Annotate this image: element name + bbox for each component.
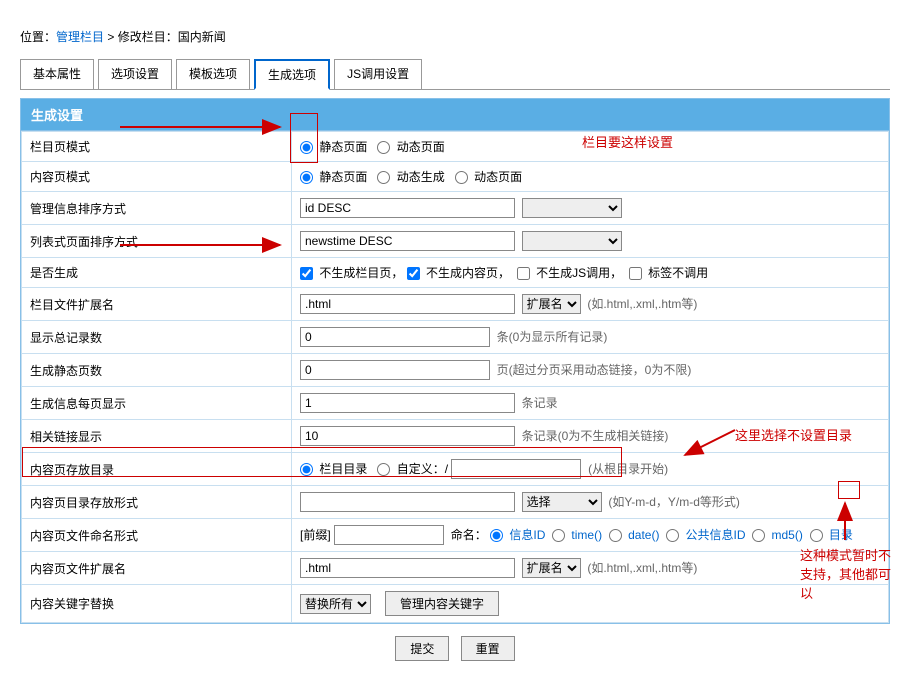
input-custom-dir[interactable] bbox=[451, 459, 581, 479]
radio-column-dir[interactable]: 栏目目录 bbox=[300, 462, 367, 476]
row-label: 列表式页面排序方式 bbox=[22, 225, 292, 258]
submit-button[interactable]: 提交 bbox=[395, 636, 449, 661]
row-label: 内容关键字替换 bbox=[22, 585, 292, 623]
hint: 条记录 bbox=[522, 396, 558, 410]
radio-name-dir[interactable]: 目录 bbox=[810, 528, 853, 542]
hint: (如.html,.xml,.htm等) bbox=[587, 297, 697, 311]
input-related-links[interactable] bbox=[300, 426, 515, 446]
radio-name-time[interactable]: time() bbox=[552, 528, 602, 542]
hint: (如.html,.xml,.htm等) bbox=[587, 561, 697, 575]
row-label: 相关链接显示 bbox=[22, 420, 292, 453]
input-dir-form[interactable] bbox=[300, 492, 515, 512]
select-dir-form[interactable]: 选择 bbox=[522, 492, 602, 512]
row-label: 生成信息每页显示 bbox=[22, 387, 292, 420]
row-label: 管理信息排序方式 bbox=[22, 192, 292, 225]
radio-dynamic-page[interactable]: 动态页面 bbox=[455, 170, 522, 184]
input-column-ext[interactable] bbox=[300, 294, 515, 314]
reset-button[interactable]: 重置 bbox=[461, 636, 515, 661]
select-replace[interactable]: 替换所有 bbox=[300, 594, 371, 614]
hint: 页(超过分页采用动态链接，0为不限) bbox=[497, 363, 692, 377]
chk-no-tag[interactable]: 标签不调用 bbox=[629, 266, 708, 280]
tab-bar: 基本属性 选项设置 模板选项 生成选项 JS调用设置 bbox=[20, 59, 890, 90]
tab-options[interactable]: 选项设置 bbox=[98, 59, 172, 89]
select-column-ext[interactable]: 扩展名 bbox=[522, 294, 581, 314]
breadcrumb-link-manage[interactable]: 管理栏目 bbox=[56, 30, 104, 44]
hint: (从根目录开始) bbox=[588, 462, 668, 476]
chk-no-js[interactable]: 不生成JS调用， bbox=[517, 266, 622, 280]
select-manage-sort[interactable] bbox=[522, 198, 622, 218]
input-static-pages[interactable] bbox=[300, 360, 490, 380]
input-per-page[interactable] bbox=[300, 393, 515, 413]
input-prefix[interactable] bbox=[334, 525, 444, 545]
row-label: 生成静态页数 bbox=[22, 354, 292, 387]
hint: 条记录(0为不生成相关链接) bbox=[522, 429, 669, 443]
naming-label: 命名： bbox=[451, 528, 487, 542]
chk-no-column[interactable]: 不生成栏目页， bbox=[300, 266, 403, 280]
input-total-records[interactable] bbox=[300, 327, 490, 347]
row-label: 内容页文件扩展名 bbox=[22, 552, 292, 585]
tab-basic[interactable]: 基本属性 bbox=[20, 59, 94, 89]
chk-no-content[interactable]: 不生成内容页， bbox=[407, 266, 510, 280]
radio-custom-dir[interactable]: 自定义：/ bbox=[377, 462, 448, 476]
row-label: 栏目文件扩展名 bbox=[22, 288, 292, 321]
section-title: 生成设置 bbox=[21, 99, 889, 131]
radio-static-column[interactable]: 静态页面 bbox=[300, 140, 367, 154]
radio-name-pubid[interactable]: 公共信息ID bbox=[666, 528, 745, 542]
btn-manage-keywords[interactable]: 管理内容关键字 bbox=[385, 591, 499, 616]
radio-name-infoid[interactable]: 信息ID bbox=[490, 528, 545, 542]
row-label: 显示总记录数 bbox=[22, 321, 292, 354]
row-label: 内容页目录存放形式 bbox=[22, 486, 292, 519]
select-content-ext[interactable]: 扩展名 bbox=[522, 558, 581, 578]
radio-static-content[interactable]: 静态页面 bbox=[300, 170, 367, 184]
tab-js[interactable]: JS调用设置 bbox=[334, 59, 422, 89]
row-label: 内容页存放目录 bbox=[22, 453, 292, 486]
tab-template[interactable]: 模板选项 bbox=[176, 59, 250, 89]
breadcrumb: 位置：管理栏目 > 修改栏目：国内新闻 bbox=[20, 20, 890, 53]
input-list-sort[interactable] bbox=[300, 231, 515, 251]
select-list-sort[interactable] bbox=[522, 231, 622, 251]
radio-name-md5[interactable]: md5() bbox=[752, 528, 803, 542]
input-manage-sort[interactable] bbox=[300, 198, 515, 218]
row-label: 栏目页模式 bbox=[22, 132, 292, 162]
row-label: 内容页文件命名形式 bbox=[22, 519, 292, 552]
radio-dynamic-gen[interactable]: 动态生成 bbox=[377, 170, 444, 184]
settings-table: 栏目页模式 静态页面 动态页面 内容页模式 静态页面 动态生成 动态页面 管理信… bbox=[21, 131, 889, 623]
hint: 条(0为显示所有记录) bbox=[497, 330, 608, 344]
row-label: 是否生成 bbox=[22, 258, 292, 288]
input-content-ext[interactable] bbox=[300, 558, 515, 578]
prefix-label: [前缀] bbox=[300, 528, 331, 542]
radio-dynamic-column[interactable]: 动态页面 bbox=[377, 140, 444, 154]
tab-generate[interactable]: 生成选项 bbox=[254, 59, 330, 90]
row-label: 内容页模式 bbox=[22, 162, 292, 192]
radio-name-date[interactable]: date() bbox=[609, 528, 660, 542]
hint: (如Y-m-d，Y/m-d等形式) bbox=[608, 495, 740, 509]
